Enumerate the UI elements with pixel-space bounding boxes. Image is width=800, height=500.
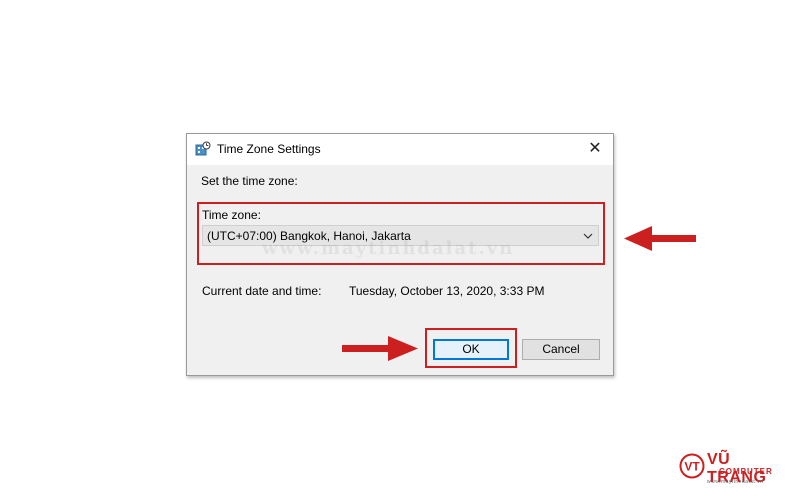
brand-logo: VT VŨ TRANG COMPUTER www.maytinhdalat.vn — [679, 449, 794, 489]
instruction-label: Set the time zone: — [201, 174, 298, 188]
svg-text:VT: VT — [684, 460, 700, 474]
arrow-right-icon — [342, 336, 418, 361]
ok-highlight-box — [425, 328, 517, 368]
current-datetime-value: Tuesday, October 13, 2020, 3:33 PM — [349, 284, 545, 298]
time-zone-highlight-box — [197, 202, 605, 265]
clock-globe-icon — [195, 141, 211, 157]
title-bar: Time Zone Settings ✕ — [187, 134, 613, 165]
monogram-icon: VT — [679, 453, 705, 479]
arrow-left-icon — [624, 226, 696, 251]
close-button[interactable]: ✕ — [577, 134, 613, 165]
logo-url: www.maytinhdalat.vn — [707, 479, 764, 485]
current-datetime-label: Current date and time: — [202, 284, 322, 298]
dialog-title: Time Zone Settings — [217, 142, 321, 156]
cancel-button[interactable]: Cancel — [522, 339, 600, 360]
logo-subtitle: COMPUTER — [719, 467, 773, 476]
